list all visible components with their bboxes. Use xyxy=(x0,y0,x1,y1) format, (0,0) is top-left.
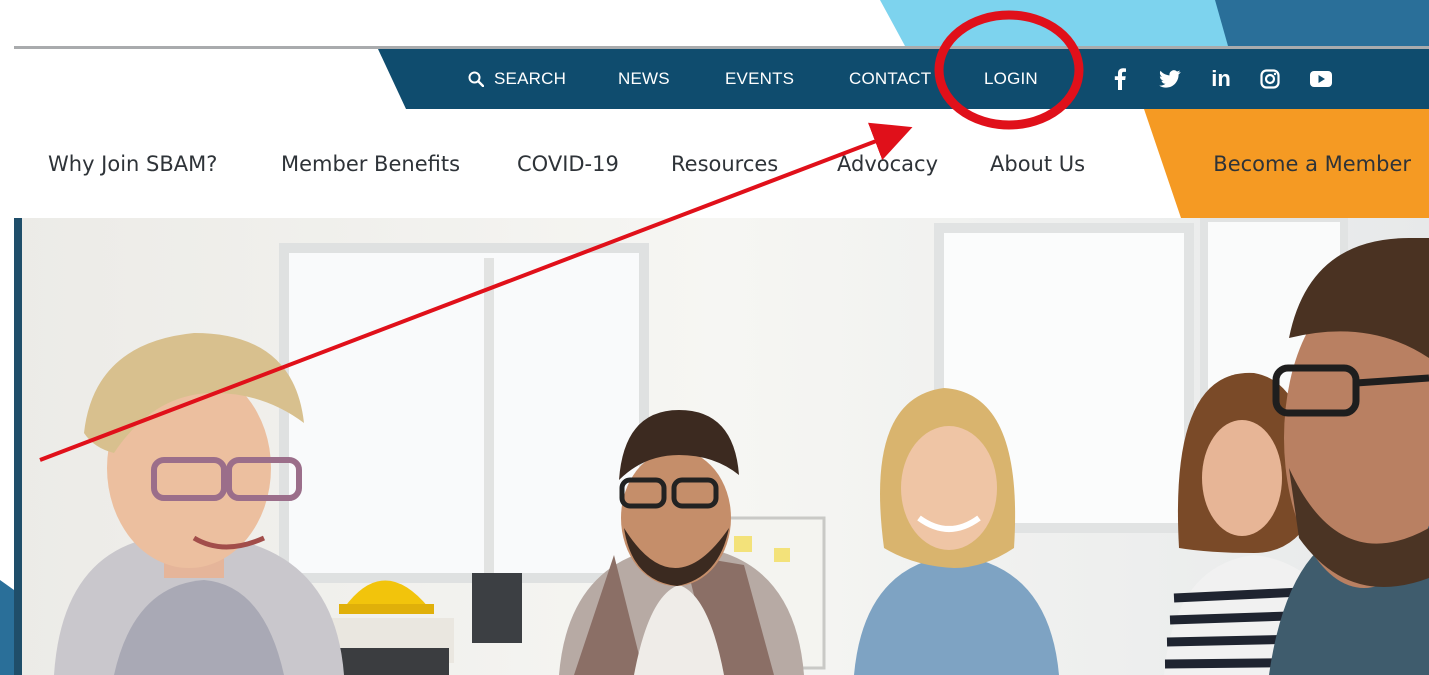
instagram-icon[interactable] xyxy=(1256,49,1284,109)
search-link[interactable]: SEARCH xyxy=(468,49,566,109)
hero-photo-illustration xyxy=(14,218,1429,675)
nav-item-why-join[interactable]: Why Join SBAM? xyxy=(48,109,217,218)
nav-item-covid-19[interactable]: COVID-19 xyxy=(517,109,619,218)
contact-link[interactable]: CONTACT xyxy=(849,49,931,109)
events-link[interactable]: EVENTS xyxy=(725,49,794,109)
slide-accent-left xyxy=(0,580,14,675)
become-member-label: Become a Member xyxy=(1213,151,1411,176)
become-member-button[interactable]: Become a Member xyxy=(1144,109,1429,218)
facebook-icon[interactable] xyxy=(1108,49,1132,109)
nav-item-advocacy[interactable]: Advocacy xyxy=(837,109,938,218)
linkedin-icon[interactable]: in xyxy=(1206,49,1236,109)
hero-image xyxy=(14,218,1429,675)
search-icon xyxy=(468,71,484,87)
nav-item-about-us[interactable]: About Us xyxy=(990,109,1085,218)
slide-accent-dark-blue xyxy=(1215,0,1429,46)
website-screenshot: SEARCH NEWS EVENTS CONTACT LOGIN in Why … xyxy=(14,46,1429,675)
login-link[interactable]: LOGIN xyxy=(984,49,1038,109)
search-label: SEARCH xyxy=(494,69,567,88)
utility-bar: SEARCH NEWS EVENTS CONTACT LOGIN in xyxy=(378,49,1429,109)
twitter-icon[interactable] xyxy=(1156,49,1184,109)
youtube-icon[interactable] xyxy=(1306,49,1336,109)
news-link[interactable]: NEWS xyxy=(618,49,670,109)
main-nav: Why Join SBAM? Member Benefits COVID-19 … xyxy=(14,109,1429,218)
site-top-border xyxy=(14,46,1429,49)
nav-item-resources[interactable]: Resources xyxy=(671,109,778,218)
slide-accent-light-blue xyxy=(880,0,1240,46)
nav-item-member-benefits[interactable]: Member Benefits xyxy=(281,109,460,218)
